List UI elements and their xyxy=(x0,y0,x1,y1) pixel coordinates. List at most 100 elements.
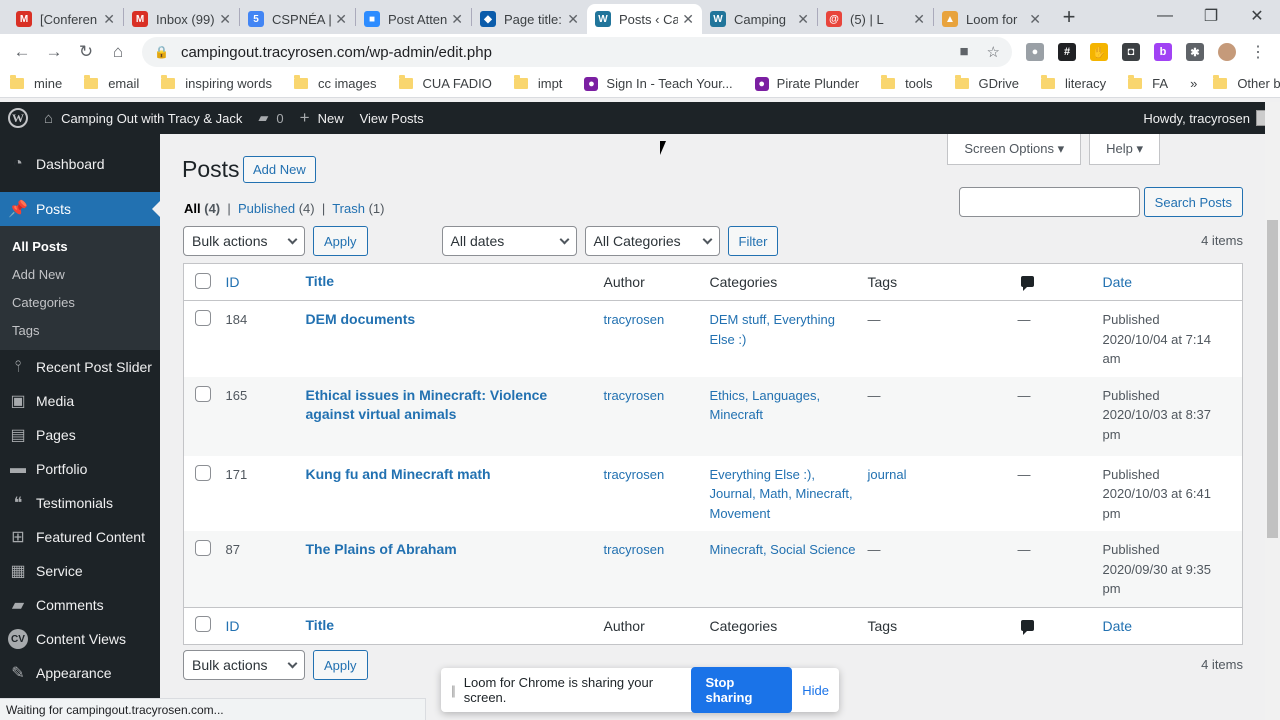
browser-tab[interactable]: W Camping ✕ xyxy=(702,4,817,34)
wordpress-logo[interactable]: W xyxy=(0,108,36,128)
add-new-button[interactable]: Add New xyxy=(243,156,316,183)
browser-tab[interactable]: ▲ Loom for ✕ xyxy=(934,4,1049,34)
bookmark-star-icon[interactable]: ☆ xyxy=(987,43,1000,61)
browser-tab[interactable]: M [Conferen ✕ xyxy=(8,4,123,34)
id-sort-link[interactable]: ID xyxy=(226,618,240,634)
browser-tab[interactable]: ◆ Page title: ✕ xyxy=(472,4,587,34)
post-title-link[interactable]: Ethical issues in Minecraft: Violence ag… xyxy=(306,387,548,423)
bookmark-item[interactable]: GDrive xyxy=(954,75,1019,91)
filter-button[interactable]: Filter xyxy=(727,226,779,256)
submenu-item[interactable]: Categories xyxy=(0,288,160,316)
grid-extension-icon[interactable]: # xyxy=(1058,43,1076,61)
sidebar-item-dashboard[interactable]: ◔ Dashboard xyxy=(0,147,160,181)
bookmark-item[interactable]: tools xyxy=(881,75,933,91)
bookmark-item[interactable]: FA xyxy=(1128,75,1168,91)
close-tab-icon[interactable]: ✕ xyxy=(103,11,115,28)
reload-icon[interactable]: ↻ xyxy=(72,38,100,66)
dates-select[interactable]: All dates xyxy=(441,226,577,256)
view-posts-link[interactable]: View Posts xyxy=(352,111,432,126)
new-tab-icon[interactable]: + xyxy=(1055,3,1083,31)
more-bookmarks-icon[interactable]: » xyxy=(1190,76,1197,91)
filter-trash[interactable]: Trash (1) xyxy=(332,201,384,216)
shield-extension-icon[interactable]: ◘ xyxy=(1122,43,1140,61)
post-categories-link[interactable]: Everything Else :), Journal, Math, Minec… xyxy=(710,467,853,521)
lock-icon[interactable]: 🔒 xyxy=(154,45,169,59)
title-sort-link[interactable]: Title xyxy=(306,273,335,289)
site-name-link[interactable]: ⌂ Camping Out with Tracy & Jack xyxy=(36,110,250,127)
sidebar-item-content-views[interactable]: CV Content Views xyxy=(0,622,160,656)
post-author-link[interactable]: tracyrosen xyxy=(604,388,665,403)
id-footer[interactable]: ID xyxy=(225,606,306,644)
post-title-link[interactable]: DEM documents xyxy=(306,311,416,327)
address-bar[interactable]: 🔒 campingout.tracyrosen.com/wp-admin/edi… xyxy=(142,37,1012,67)
menu-dots-icon[interactable]: ⋮ xyxy=(1250,42,1266,62)
search-input[interactable] xyxy=(958,187,1140,217)
bookmark-item[interactable]: impt xyxy=(513,75,562,91)
search-posts-button[interactable]: Search Posts xyxy=(1143,187,1243,217)
bookmark-item[interactable]: literacy xyxy=(1040,75,1106,91)
minimize-icon[interactable]: — xyxy=(1142,0,1188,32)
post-title-link[interactable]: Kung fu and Minecraft math xyxy=(306,466,491,482)
sidebar-item-portfolio[interactable]: ▬ Portfolio xyxy=(0,452,160,486)
sidebar-item-recent-post-slider[interactable]: ⫯ Recent Post Slider xyxy=(0,350,160,384)
scrollbar-thumb[interactable] xyxy=(1267,220,1278,538)
filter-published[interactable]: Published (4) xyxy=(238,201,315,216)
post-categories-link[interactable]: Ethics, Languages, Minecraft xyxy=(710,388,821,423)
profile-avatar[interactable] xyxy=(1218,43,1236,61)
sidebar-item-comments[interactable]: ▰ Comments xyxy=(0,588,160,622)
back-icon[interactable]: ← xyxy=(8,38,36,66)
extension-icon[interactable]: ● xyxy=(1026,43,1044,61)
drag-handle-icon[interactable]: || xyxy=(451,683,456,698)
title-header[interactable]: Title xyxy=(305,263,604,301)
close-tab-icon[interactable]: ✕ xyxy=(913,11,925,28)
other-bookmarks[interactable]: Other bookmarks xyxy=(1213,75,1280,91)
bulk-actions-select[interactable]: Bulk actions xyxy=(183,650,305,680)
title-sort-link[interactable]: Title xyxy=(306,617,335,633)
close-window-icon[interactable]: ✕ xyxy=(1234,0,1280,32)
post-tag-link[interactable]: journal xyxy=(868,467,907,482)
submenu-item[interactable]: All Posts xyxy=(0,232,160,260)
close-tab-icon[interactable]: ✕ xyxy=(1029,11,1041,28)
id-sort-link[interactable]: ID xyxy=(226,274,240,290)
hand-extension-icon[interactable]: ✋ xyxy=(1090,43,1108,61)
page-scrollbar[interactable] xyxy=(1265,102,1280,720)
close-tab-icon[interactable]: ✕ xyxy=(682,11,694,28)
close-tab-icon[interactable]: ✕ xyxy=(797,11,809,28)
row-checkbox[interactable] xyxy=(195,464,211,481)
row-checkbox[interactable] xyxy=(195,385,211,402)
row-checkbox[interactable] xyxy=(195,540,211,556)
post-author-link[interactable]: tracyrosen xyxy=(604,312,665,327)
sidebar-item-posts[interactable]: 📌 Posts xyxy=(0,192,160,226)
categories-select[interactable]: All Categories xyxy=(584,226,720,256)
post-categories-link[interactable]: DEM stuff, Everything Else :) xyxy=(710,312,835,347)
screen-options-button[interactable]: Screen Options ▾ xyxy=(947,134,1082,165)
sidebar-item-featured-content[interactable]: ⊞ Featured Content xyxy=(0,520,160,554)
close-tab-icon[interactable]: ✕ xyxy=(567,11,579,28)
bulk-actions-select[interactable]: Bulk actions xyxy=(183,226,305,256)
post-categories-link[interactable]: Minecraft, Social Science xyxy=(710,542,856,557)
post-title-link[interactable]: The Plains of Abraham xyxy=(306,541,457,557)
browser-tab[interactable]: ■ Post Atten ✕ xyxy=(356,4,471,34)
title-footer[interactable]: Title xyxy=(305,606,604,644)
apply-button[interactable]: Apply xyxy=(313,650,368,680)
row-checkbox[interactable] xyxy=(195,310,211,326)
date-header[interactable]: Date xyxy=(1102,263,1243,301)
forward-icon[interactable]: → xyxy=(40,38,68,66)
comments-link[interactable]: ▰ 0 xyxy=(250,110,291,126)
sidebar-item-media[interactable]: ▣ Media xyxy=(0,384,160,418)
select-all-checkbox[interactable] xyxy=(195,616,211,632)
sidebar-item-service[interactable]: ▦ Service xyxy=(0,554,160,588)
browser-tab[interactable]: 5 CSPNÉA | ✕ xyxy=(240,4,355,34)
new-content-link[interactable]: + New xyxy=(292,108,352,128)
date-footer[interactable]: Date xyxy=(1102,606,1243,644)
help-button[interactable]: Help ▾ xyxy=(1089,134,1160,165)
bookmark-item[interactable]: ● Sign In - Teach Your... xyxy=(584,76,733,91)
filter-all[interactable]: All (4) xyxy=(184,201,220,216)
bookmark-item[interactable]: ● Pirate Plunder xyxy=(754,76,859,91)
home-icon[interactable]: ⌂ xyxy=(104,38,132,66)
id-header[interactable]: ID xyxy=(225,263,306,301)
browser-tab[interactable]: @ (5) | L ✕ xyxy=(818,4,933,34)
bookmark-item[interactable]: inspiring words xyxy=(161,75,272,91)
submenu-item[interactable]: Tags xyxy=(0,316,160,344)
puzzle-icon[interactable]: ✱ xyxy=(1186,43,1204,61)
